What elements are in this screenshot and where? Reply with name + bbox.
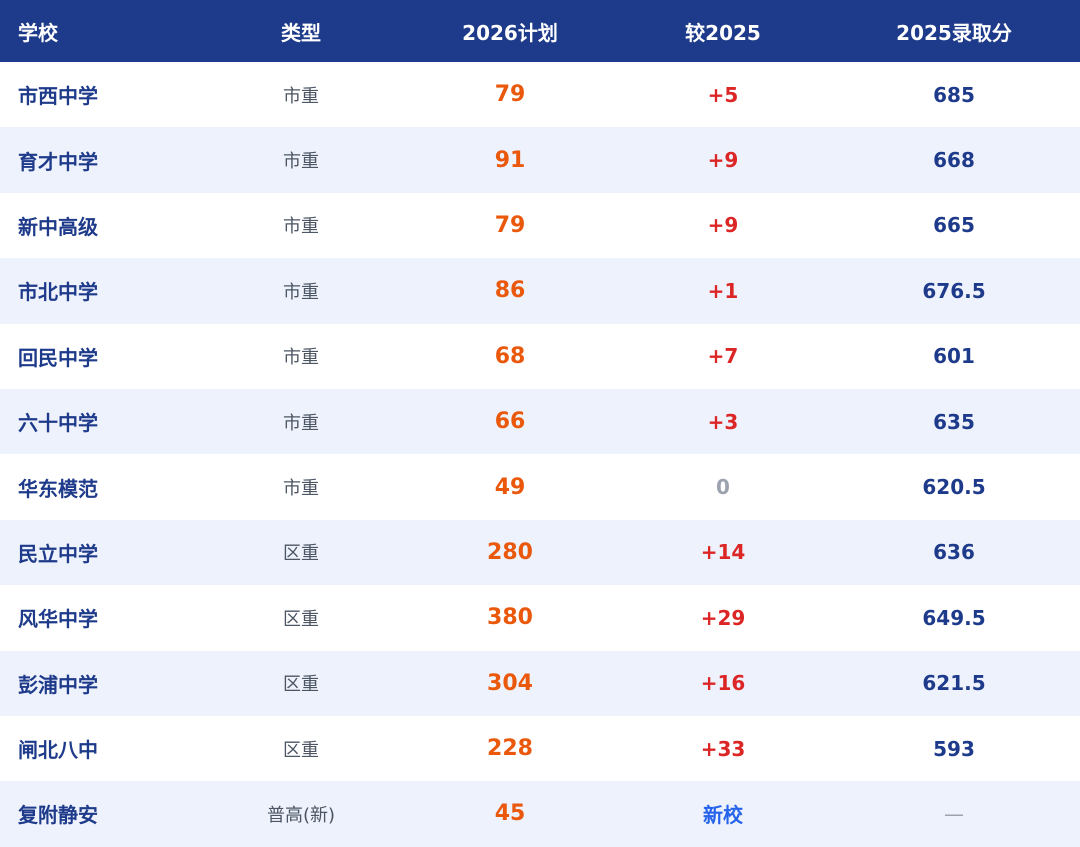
score-2025: 601 <box>933 344 975 369</box>
school-name: 育才中学 <box>18 149 98 174</box>
plan-2026: 49 <box>494 474 526 500</box>
score-2025: 635 <box>933 409 975 434</box>
score-2025: 665 <box>933 213 975 238</box>
plan-2026: 45 <box>494 801 526 827</box>
school-name: 新中高级 <box>18 214 98 239</box>
change-vs-2025: +9 <box>707 213 739 238</box>
change-vs-2025: +3 <box>707 409 739 434</box>
plan-2026: 68 <box>494 343 526 369</box>
table-row: 育才中学 市重 91 +9 668 <box>0 127 1080 193</box>
change-vs-2025: +9 <box>707 148 739 173</box>
plan-2026: 79 <box>494 212 526 238</box>
header-school: 学校 <box>18 20 58 45</box>
school-name: 闸北八中 <box>18 738 98 763</box>
plan-2026: 380 <box>487 605 533 631</box>
score-2025: 668 <box>933 148 975 173</box>
score-2025: 676.5 <box>922 278 986 303</box>
table-row: 回民中学 市重 68 +7 601 <box>0 323 1080 389</box>
school-name: 回民中学 <box>18 345 98 370</box>
school-type: 市重 <box>283 85 319 107</box>
school-name: 华东模范 <box>18 476 98 501</box>
school-type: 普高(新) <box>266 804 336 826</box>
change-vs-2025: +29 <box>700 605 746 630</box>
table-row: 彭浦中学 区重 304 +16 621.5 <box>0 650 1080 716</box>
school-type: 区重 <box>283 739 319 761</box>
table-row: 市西中学 市重 79 +5 685 <box>0 62 1080 128</box>
school-name: 市北中学 <box>18 280 98 305</box>
school-name: 民立中学 <box>18 541 98 566</box>
table-row: 华东模范 市重 49 0 620.5 <box>0 454 1080 520</box>
school-type: 市重 <box>283 151 319 173</box>
header-vs-2025: 较2025 <box>685 20 761 45</box>
table-row: 闸北八中 区重 228 +33 593 <box>0 715 1080 782</box>
change-vs-2025: +33 <box>700 736 746 761</box>
plan-2026: 91 <box>494 147 526 173</box>
table-row: 民立中学 区重 280 +14 636 <box>0 519 1080 586</box>
plan-2026: 228 <box>487 736 533 762</box>
table-row: 市北中学 市重 86 +1 676.5 <box>0 258 1080 324</box>
header-plan-2026: 2026计划 <box>462 20 558 45</box>
score-2025: 621.5 <box>922 671 986 696</box>
table-row: 新中高级 市重 79 +9 665 <box>0 192 1080 259</box>
table-row: 风华中学 区重 380 +29 649.5 <box>0 585 1080 651</box>
header-type: 类型 <box>281 20 321 45</box>
change-vs-2025: +16 <box>700 671 746 696</box>
school-type: 市重 <box>283 347 319 369</box>
table-body: 市西中学 市重 79 +5 685 育才中学 市重 91 +9 668 新中高级 市重 79 +9 665 市… <box>0 62 1080 847</box>
score-2025: 620.5 <box>922 475 986 500</box>
admission-table: 学校 类型 2026计划 较2025 2025录取分 市西中学 市重 79 +5 685… <box>0 0 1080 847</box>
school-name: 风华中学 <box>18 607 98 632</box>
school-type: 市重 <box>283 216 319 238</box>
plan-2026: 66 <box>494 409 526 435</box>
school-type: 区重 <box>283 543 319 565</box>
plan-2026: 280 <box>487 539 533 565</box>
change-vs-2025: 新校 <box>703 803 743 828</box>
school-type: 区重 <box>283 674 319 696</box>
change-vs-2025: +5 <box>707 82 739 107</box>
school-type: 区重 <box>283 608 319 630</box>
school-type: 市重 <box>283 478 319 500</box>
score-2025: 593 <box>933 736 975 761</box>
score-2025: 636 <box>933 540 975 565</box>
school-name: 市西中学 <box>18 84 98 109</box>
plan-2026: 304 <box>487 670 533 696</box>
school-name: 复附静安 <box>18 803 98 828</box>
school-type: 市重 <box>283 412 319 434</box>
score-2025: 685 <box>933 82 975 107</box>
plan-2026: 86 <box>494 278 526 304</box>
table-row: 复附静安 普高(新) 45 新校 — <box>0 781 1080 847</box>
table-header: 学校 类型 2026计划 较2025 2025录取分 <box>0 0 1080 62</box>
change-vs-2025: +1 <box>707 278 739 303</box>
plan-2026: 79 <box>494 82 526 108</box>
change-vs-2025: 0 <box>716 475 730 500</box>
header-score-2025: 2025录取分 <box>896 20 1012 45</box>
change-vs-2025: +14 <box>700 540 746 565</box>
score-2025: — <box>944 801 964 826</box>
school-name: 六十中学 <box>18 411 98 436</box>
school-name: 彭浦中学 <box>18 672 98 697</box>
change-vs-2025: +7 <box>707 344 739 369</box>
school-type: 市重 <box>283 281 319 303</box>
table-row: 六十中学 市重 66 +3 635 <box>0 388 1080 455</box>
score-2025: 649.5 <box>922 605 986 630</box>
